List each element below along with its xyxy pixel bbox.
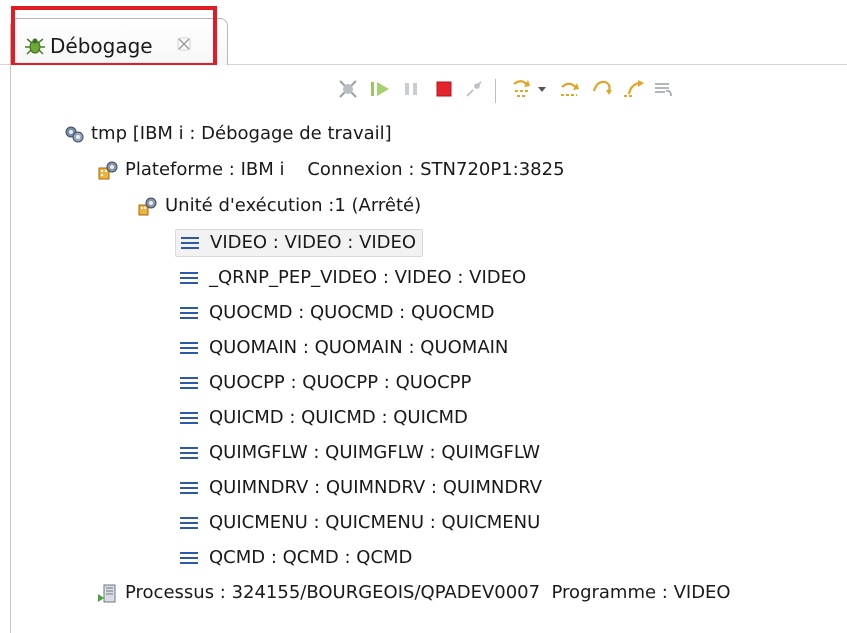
remove-terminated-icon[interactable] — [335, 76, 361, 102]
thread-suspended-icon — [138, 197, 157, 216]
stack-frame[interactable]: QUICMD : QUICMD : QUICMD — [179, 401, 468, 435]
drop-to-frame-icon[interactable] — [621, 76, 647, 102]
stack-frame-icon — [180, 342, 198, 354]
terminate-icon[interactable] — [431, 76, 457, 102]
stack-frame-icon — [180, 447, 198, 459]
stack-frame[interactable]: QUIMNDRV : QUIMNDRV : QUIMNDRV — [179, 471, 542, 505]
stack-frame-icon — [180, 517, 198, 529]
stack-frame[interactable]: QUIMGFLW : QUIMGFLW : QUIMGFLW — [179, 436, 540, 470]
view-tab-bar: Débogage — [0, 0, 847, 67]
frame-label: QCMD : QCMD : QCMD — [209, 547, 413, 568]
thread-label: Unité d'exécution :1 (Arrêté) — [165, 195, 422, 216]
step-return-icon[interactable] — [589, 76, 615, 102]
frame-label: QUOCMD : QUOCMD : QUOCMD — [209, 302, 495, 323]
stack-frame-icon — [180, 412, 198, 424]
toolbar-separator — [495, 79, 496, 103]
frame-label: VIDEO : VIDEO : VIDEO — [210, 232, 417, 253]
frame-label: _QRNP_PEP_VIDEO : VIDEO : VIDEO — [209, 267, 527, 288]
frame-label: QUOMAIN : QUOMAIN : QUOMAIN — [209, 337, 509, 358]
stack-frame-icon — [181, 237, 199, 249]
tree-launch[interactable]: tmp [IBM i : Débogage de travail] — [63, 117, 392, 151]
stack-frame[interactable]: QCMD : QCMD : QCMD — [179, 541, 412, 575]
debug-toolbar — [11, 65, 847, 117]
frame-label: QUICMENU : QUICMENU : QUICMENU — [209, 512, 541, 533]
stack-frame[interactable]: VIDEO : VIDEO : VIDEO — [175, 226, 424, 260]
frame-label: QUIMNDRV : QUIMNDRV : QUIMNDRV — [209, 477, 543, 498]
stack-frame[interactable]: QUOCMD : QUOCMD : QUOCMD — [179, 296, 494, 330]
platform-label: Plateforme : IBM i Connexion : STN720P1:… — [125, 159, 565, 180]
stack-frame[interactable]: QUOCPP : QUOCPP : QUOCPP — [179, 366, 471, 400]
red-highlight-box — [11, 6, 217, 67]
process-icon — [98, 584, 116, 603]
resume-icon[interactable] — [367, 76, 393, 102]
platform-target-icon — [98, 161, 118, 180]
frame-label: QUIMGFLW : QUIMGFLW : QUIMGFLW — [209, 442, 540, 463]
stack-frame[interactable]: QUOMAIN : QUOMAIN : QUOMAIN — [179, 331, 508, 365]
stack-frame-icon — [180, 377, 198, 389]
disconnect-icon[interactable] — [461, 76, 487, 102]
selected-frame-highlight: VIDEO : VIDEO : VIDEO — [175, 229, 424, 257]
stack-frame-icon — [180, 307, 198, 319]
launch-label: tmp [IBM i : Débogage de travail] — [91, 123, 392, 144]
suspend-icon[interactable] — [399, 76, 425, 102]
debug-panel: tmp [IBM i : Débogage de travail] Platef… — [10, 65, 847, 633]
step-into-icon[interactable] — [509, 76, 535, 102]
tree-platform[interactable]: Plateforme : IBM i Connexion : STN720P1:… — [97, 153, 565, 187]
stack-frame-icon — [180, 272, 198, 284]
debug-launch-icon — [65, 126, 84, 143]
stack-frame[interactable]: QUICMENU : QUICMENU : QUICMENU — [179, 506, 540, 540]
step-filters-icon[interactable] — [651, 76, 677, 102]
frame-label: QUICMD : QUICMD : QUICMD — [209, 407, 468, 428]
step-over-icon[interactable] — [557, 76, 583, 102]
process-label: Processus : 324155/BOURGEOIS/QPADEV0007 … — [125, 582, 731, 603]
tree-process[interactable]: Processus : 324155/BOURGEOIS/QPADEV0007 … — [97, 576, 731, 610]
stack-frame[interactable]: _QRNP_PEP_VIDEO : VIDEO : VIDEO — [179, 261, 526, 295]
tree-thread[interactable]: Unité d'exécution :1 (Arrêté) — [137, 189, 421, 223]
stack-frame-icon — [180, 552, 198, 564]
stack-frame-icon — [180, 482, 198, 494]
debug-view: Débogage tmp [IBM i: Débogage de travai… — [0, 0, 847, 633]
frame-label: QUOCPP : QUOCPP : QUOCPP — [209, 372, 472, 393]
dropdown-arrow-icon[interactable] — [535, 76, 549, 102]
